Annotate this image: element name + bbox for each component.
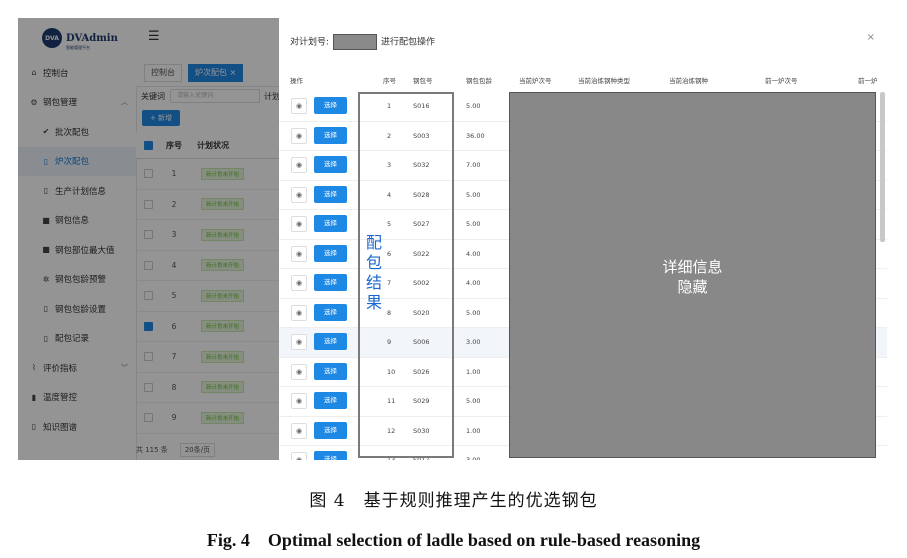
- header-current-steel-grade: 当前治炼钢种: [669, 77, 708, 85]
- dialog-title-prefix: 对计划号:: [290, 37, 330, 48]
- select-button[interactable]: 选择: [314, 156, 347, 173]
- view-eye-icon[interactable]: ◉: [291, 452, 307, 460]
- select-button[interactable]: 选择: [314, 126, 347, 144]
- ladle-matching-dialog: 对计划号: 进行配包操作 × 操作 序号 钢包号 钢包包龄 当前炉次号 当前治炼钢…: [279, 18, 887, 460]
- view-eye-icon[interactable]: ◉: [291, 393, 307, 409]
- close-icon[interactable]: ×: [867, 32, 875, 43]
- row-ladle-age: 4.00: [466, 249, 481, 258]
- view-eye-icon[interactable]: ◉: [291, 186, 307, 203]
- row-ladle-age: 3.00: [466, 456, 481, 460]
- header-operation: 操作: [290, 77, 303, 85]
- row-ladle-age: 36.00: [466, 131, 485, 140]
- masked-plan-number: [333, 34, 378, 50]
- row-ladle-age: 4.00: [466, 279, 481, 287]
- dialog-title: 对计划号: 进行配包操作: [290, 34, 435, 50]
- row-ladle-age: 1.00: [466, 367, 481, 376]
- select-button[interactable]: 选择: [314, 333, 347, 350]
- view-eye-icon[interactable]: ◉: [291, 98, 307, 114]
- select-button[interactable]: 选择: [314, 362, 347, 380]
- header-previous-heat: 前一炉次号: [765, 77, 798, 85]
- select-button[interactable]: 选择: [314, 97, 347, 114]
- figure-caption-en: Fig. 4 Optimal selection of ladle based …: [206, 530, 701, 550]
- select-button[interactable]: 选择: [314, 274, 347, 291]
- select-button[interactable]: 选择: [314, 392, 347, 409]
- row-ladle-age: 5.00: [466, 190, 481, 199]
- header-seq: 序号: [383, 77, 396, 85]
- view-eye-icon[interactable]: ◉: [291, 334, 307, 350]
- row-ladle-age: 1.00: [466, 426, 481, 435]
- row-ladle-age: 5.00: [466, 102, 481, 110]
- row-ladle-age: 3.00: [466, 338, 481, 346]
- result-annotation: 配包结果: [365, 233, 382, 312]
- select-button[interactable]: 选择: [314, 244, 347, 262]
- select-button[interactable]: 选择: [314, 185, 347, 203]
- view-eye-icon[interactable]: ◉: [291, 304, 307, 321]
- view-eye-icon[interactable]: ◉: [291, 275, 307, 291]
- figure-caption-cn: 图 4 基于规则推理产生的优选钢包: [309, 491, 598, 511]
- select-button[interactable]: 选择: [314, 421, 347, 439]
- header-ladle-age: 钢包包龄: [466, 77, 492, 85]
- select-button[interactable]: 选择: [314, 215, 347, 232]
- select-button[interactable]: 选择: [314, 303, 347, 321]
- select-button[interactable]: 选择: [314, 451, 347, 460]
- view-eye-icon[interactable]: ◉: [291, 422, 307, 439]
- hidden-details-block: 详细信息 隐藏: [509, 92, 876, 458]
- header-ladle-no: 钢包号: [413, 77, 433, 85]
- view-eye-icon[interactable]: ◉: [291, 245, 307, 262]
- header-previous: 前一炉: [858, 77, 878, 85]
- row-ladle-age: 7.00: [466, 161, 481, 169]
- hidden-details-label: 详细信息 隐藏: [662, 258, 723, 296]
- header-current-heat: 当前炉次号: [519, 77, 552, 85]
- view-eye-icon[interactable]: ◉: [291, 216, 307, 232]
- header-current-steel-type: 当前治炼钢种类型: [578, 77, 630, 85]
- dialog-table-header: 操作 序号 钢包号 钢包包龄 当前炉次号 当前治炼钢种类型 当前治炼钢种 前一炉…: [279, 70, 887, 92]
- view-eye-icon[interactable]: ◉: [291, 363, 307, 380]
- row-ladle-age: 5.00: [466, 397, 481, 405]
- dialog-title-suffix: 进行配包操作: [381, 37, 436, 48]
- view-eye-icon[interactable]: ◉: [291, 127, 307, 144]
- view-eye-icon[interactable]: ◉: [291, 157, 307, 173]
- scrollbar[interactable]: [880, 92, 885, 242]
- row-ladle-age: 5.00: [466, 220, 481, 228]
- row-ladle-age: 5.00: [466, 308, 481, 317]
- screenshot-frame: DVA DVAdmin 智能管理平台 ⌂ 控制台 ⚙ 钢包管理 ︿ ✔ 批次配包 ▯ 炉次配包 ▯…: [18, 18, 887, 460]
